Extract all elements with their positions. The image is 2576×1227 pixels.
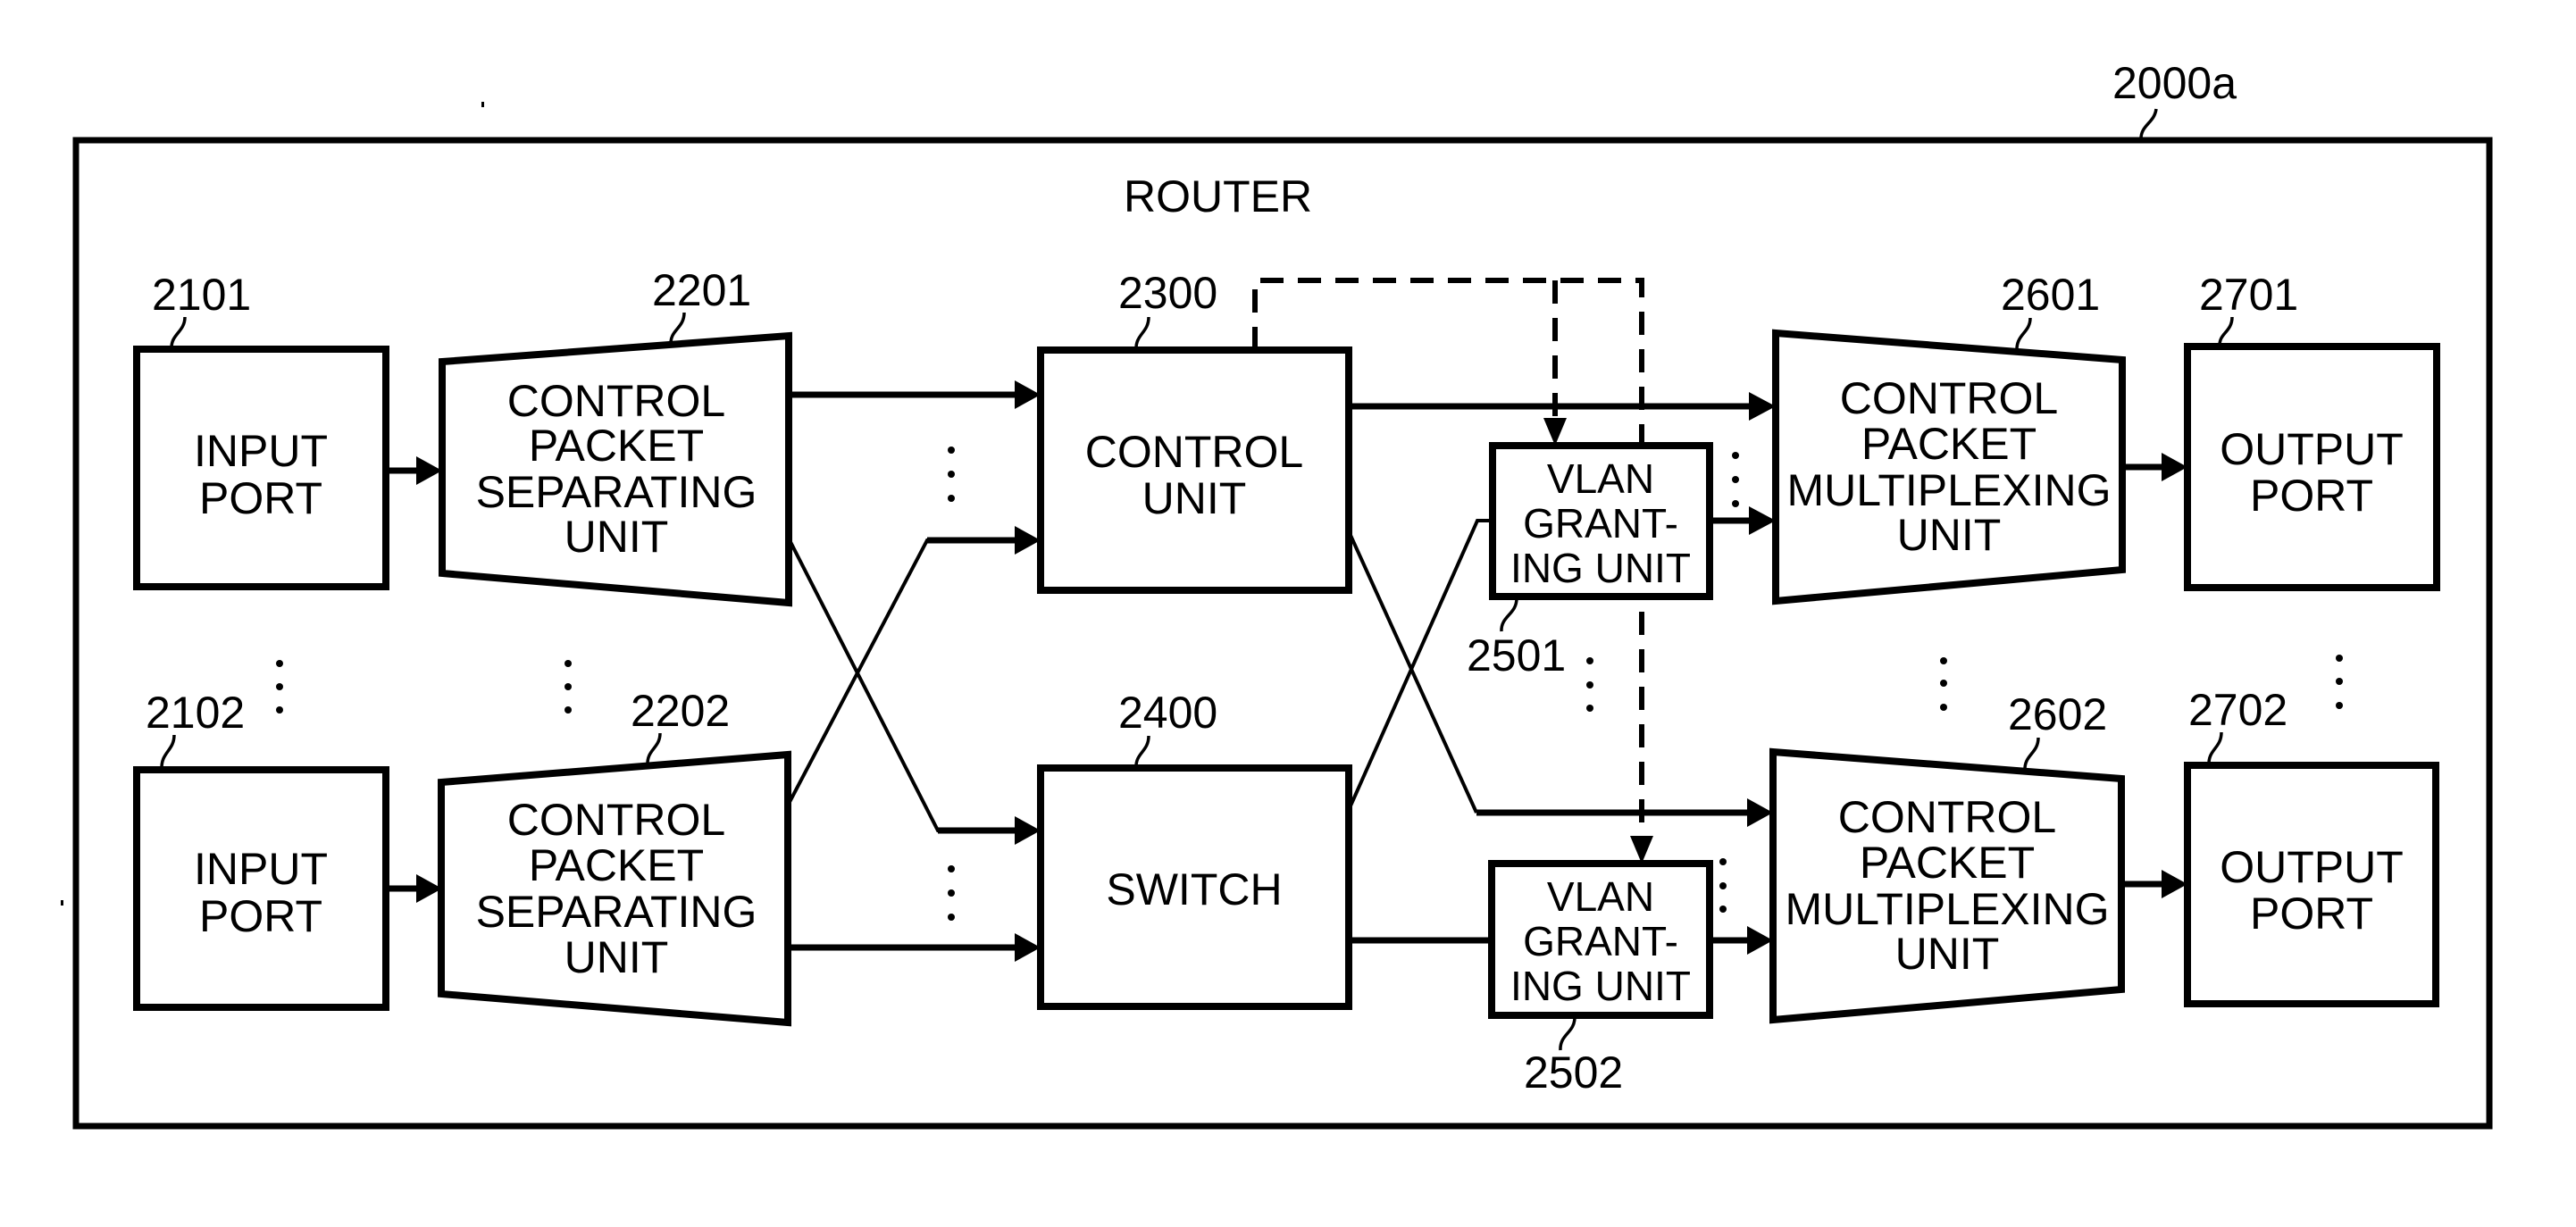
link-2201-2400 (787, 538, 1016, 832)
block-label: MULTIPLEXING (1785, 884, 2109, 934)
block-label: INPUT (194, 426, 328, 476)
scan-mark (481, 102, 484, 107)
arrowhead (2162, 453, 2187, 481)
vertical-ellipsis-icon (948, 447, 955, 502)
arrowhead (1749, 392, 1776, 421)
control-packet-multiplexing-unit-2601: CONTROL PACKET MULTIPLEXING UNIT 2601 (1772, 270, 2126, 605)
block-label: SEPARATING (476, 887, 757, 937)
control-packet-separating-unit-2202: CONTROL PACKET SEPARATING UNIT 2202 (438, 686, 791, 1027)
block-label: PORT (2250, 471, 2373, 521)
reference-label: 2400 (1118, 688, 1217, 738)
vlan-granting-unit-2502: VLAN GRANT- ING UNIT 2502 (1488, 860, 1713, 1098)
vertical-ellipsis-icon (1586, 657, 1593, 712)
block-label: PORT (199, 891, 322, 941)
block-label: PACKET (529, 840, 704, 890)
block-label: OUTPUT (2220, 424, 2404, 474)
reference-label: 2602 (2008, 689, 2107, 739)
switch-2400: SWITCH 2400 (1037, 688, 1352, 1010)
output-port-2702: OUTPUT PORT 2702 (2184, 685, 2439, 1007)
block-label: INPUT (194, 844, 328, 894)
arrowhead (1749, 506, 1776, 535)
reference-leader (669, 312, 686, 346)
block-label: UNIT (1895, 929, 2000, 979)
reference-leader (2207, 731, 2223, 766)
block-label: PACKET (1860, 838, 2035, 888)
block-label: ING UNIT (1510, 545, 1691, 591)
router-title: ROUTER (1124, 171, 1312, 221)
vlan-granting-unit-2501: VLAN GRANT- ING UNIT 2501 (1467, 442, 1713, 680)
reference-leader (170, 316, 187, 350)
figure-reference-label: 2000a (2112, 58, 2237, 108)
block-label: UNIT (565, 512, 669, 562)
block-label: OUTPUT (2220, 842, 2404, 892)
vertical-ellipsis-icon (276, 660, 283, 714)
reference-leader (2015, 317, 2032, 352)
block-label: UNIT (1897, 510, 2002, 560)
router-block-diagram: 2000a ROUTER INPUT PORT 2101 INPUT PORT … (61, 58, 2493, 1130)
block-label: CONTROL (1085, 427, 1303, 477)
reference-label: 2501 (1467, 630, 1566, 680)
arrowhead (1630, 836, 1653, 864)
reference-leader (2023, 737, 2040, 772)
reference-leader (2218, 316, 2234, 347)
reference-leader (160, 734, 176, 771)
block-label: PACKET (1861, 419, 2037, 469)
arrowhead (1015, 933, 1041, 962)
block-label: PACKET (529, 421, 704, 471)
block-label: GRANT- (1523, 500, 1678, 547)
control-unit-2300: CONTROL UNIT 2300 (1037, 268, 1352, 594)
reference-label: 2701 (2199, 270, 2298, 320)
reference-label: 2202 (631, 686, 730, 736)
reference-leader (1500, 597, 1518, 632)
vertical-ellipsis-icon (1732, 452, 1739, 507)
vertical-ellipsis-icon (1940, 657, 1947, 711)
block-label: SEPARATING (476, 467, 757, 517)
block-label: VLAN (1547, 873, 1654, 920)
reference-leader (1134, 735, 1150, 769)
reference-label: 2601 (2001, 270, 2100, 320)
figure-reference-leader (2139, 108, 2158, 141)
block-label: VLAN (1547, 455, 1654, 502)
arrowhead (416, 456, 442, 485)
arrowhead (1015, 526, 1041, 555)
arrowhead (2162, 870, 2187, 898)
reference-label: 2502 (1524, 1048, 1623, 1098)
vertical-ellipsis-icon (565, 660, 572, 714)
reference-leader (1134, 316, 1150, 351)
reference-label: 2102 (146, 688, 245, 738)
input-port-2102: INPUT PORT 2102 (133, 688, 389, 1011)
block-label: ING UNIT (1510, 963, 1691, 1009)
reference-label: 2300 (1118, 268, 1217, 318)
vertical-ellipsis-icon (948, 865, 955, 921)
reference-label: 2101 (152, 270, 251, 320)
block-label: UNIT (565, 932, 669, 982)
block-label: GRANT- (1523, 918, 1678, 964)
arrowhead (1543, 418, 1567, 446)
arrowhead (1747, 798, 1773, 827)
block-label: CONTROL (507, 376, 725, 426)
control-packet-separating-unit-2201: CONTROL PACKET SEPARATING UNIT 2201 (439, 265, 792, 607)
vertical-ellipsis-icon (1719, 858, 1727, 913)
reference-leader (646, 732, 662, 766)
input-port-2101: INPUT PORT 2101 (133, 270, 389, 590)
block-label: MULTIPLEXING (1786, 465, 2111, 515)
reference-label: 2702 (2188, 685, 2287, 735)
arrowhead (1015, 816, 1041, 845)
scan-mark (61, 900, 63, 906)
reference-leader (1559, 1016, 1577, 1051)
control-packet-multiplexing-unit-2602: CONTROL PACKET MULTIPLEXING UNIT 2602 (1769, 689, 2125, 1024)
block-label: PORT (2250, 889, 2373, 939)
block-label: CONTROL (1838, 792, 2056, 842)
vertical-ellipsis-icon (2336, 655, 2343, 709)
output-port-2701: OUTPUT PORT 2701 (2184, 270, 2440, 591)
block-label: CONTROL (507, 795, 725, 845)
block-label: UNIT (1142, 473, 1247, 523)
block-label: SWITCH (1106, 864, 1282, 914)
block-label: CONTROL (1840, 373, 2058, 423)
block-label: PORT (199, 473, 322, 523)
arrowhead (1747, 926, 1773, 955)
reference-label: 2201 (652, 265, 751, 315)
arrowhead (1015, 380, 1041, 409)
